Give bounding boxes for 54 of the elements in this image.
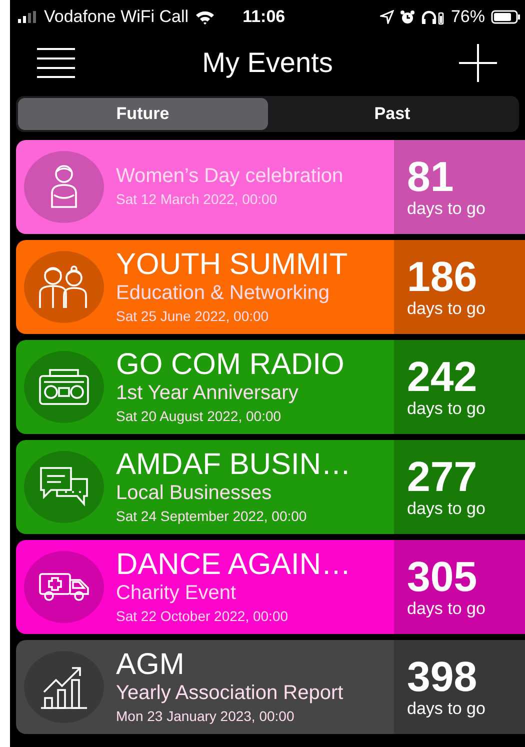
event-card[interactable]: AGM Yearly Association Report Mon 23 January 2023, 00:00 398 days to go [16, 640, 525, 734]
days-label: days to go [407, 699, 486, 719]
event-subtitle: Women’s Day celebration [116, 164, 344, 188]
event-title: AGM [116, 648, 186, 680]
battery-icon [491, 10, 521, 24]
alarm-clock-icon [400, 10, 415, 24]
event-card[interactable]: YOUTH SUMMIT Education & Networking Sat 25 June 2022, 00:00 186 days to go [16, 240, 525, 334]
event-title: YOUTH SUMMIT [116, 248, 349, 280]
location-arrow-icon [380, 10, 394, 24]
chat-bubbles-icon [39, 466, 89, 508]
days-count: 398 [407, 655, 478, 699]
menu-icon[interactable] [36, 47, 76, 79]
carrier-name: Vodafone WiFi Call [44, 7, 189, 27]
days-count: 186 [407, 255, 478, 299]
ambulance-icon [38, 572, 90, 602]
headphones-icon [420, 10, 445, 24]
growth-chart-icon [40, 664, 88, 710]
days-label: days to go [407, 599, 486, 619]
tab[interactable]: Past [268, 98, 517, 130]
wifi-icon [194, 10, 215, 24]
days-count: 277 [407, 455, 478, 499]
event-card[interactable]: GO COM RADIO 1st Year Anniversary Sat 20 August 2022, 00:00 242 days to go [16, 340, 525, 434]
add-icon[interactable] [458, 44, 497, 82]
event-title: DANCE AGAIN… [116, 548, 352, 580]
screen-title: My Events [202, 47, 333, 79]
event-date: Sat 25 June 2022, 00:00 [116, 306, 270, 326]
days-label: days to go [407, 499, 486, 519]
event-date: Sat 24 September 2022, 00:00 [116, 506, 308, 526]
event-date: Sat 20 August 2022, 00:00 [116, 406, 282, 426]
days-count: 81 [407, 155, 454, 199]
battery-percent: 76% [450, 7, 485, 27]
event-date: Sat 12 March 2022, 00:00 [116, 190, 278, 209]
days-count: 242 [407, 355, 478, 399]
event-subtitle: Yearly Association Report [116, 680, 344, 704]
event-subtitle: 1st Year Anniversary [116, 380, 300, 404]
event-subtitle: Local Businesses [116, 480, 273, 504]
event-date: Mon 23 January 2023, 00:00 [116, 706, 296, 726]
tab[interactable]: Future [18, 98, 268, 130]
event-card[interactable]: Women’s Day celebration Sat 12 March 2022, 00:00 81 days to go [16, 140, 525, 234]
event-subtitle: Charity Event [116, 580, 238, 604]
days-label: days to go [407, 399, 486, 419]
two-people-icon [38, 265, 90, 309]
event-date: Sat 22 October 2022, 00:00 [116, 606, 290, 626]
event-title: AMDAF BUSIN… [116, 448, 352, 480]
event-card[interactable]: AMDAF BUSIN… Local Businesses Sat 24 September 2022, 00:00 277 days to go [16, 440, 525, 534]
event-subtitle: Education & Networking [116, 280, 330, 304]
event-title: GO COM RADIO [116, 348, 346, 380]
days-label: days to go [407, 299, 486, 319]
days-count: 305 [407, 555, 478, 599]
signal-icon [18, 11, 38, 23]
status-time: 11:06 [242, 7, 286, 27]
radio-icon [38, 368, 90, 406]
event-card[interactable]: DANCE AGAIN… Charity Event Sat 22 October 2022, 00:00 305 days to go [16, 540, 525, 634]
days-label: days to go [407, 199, 486, 219]
